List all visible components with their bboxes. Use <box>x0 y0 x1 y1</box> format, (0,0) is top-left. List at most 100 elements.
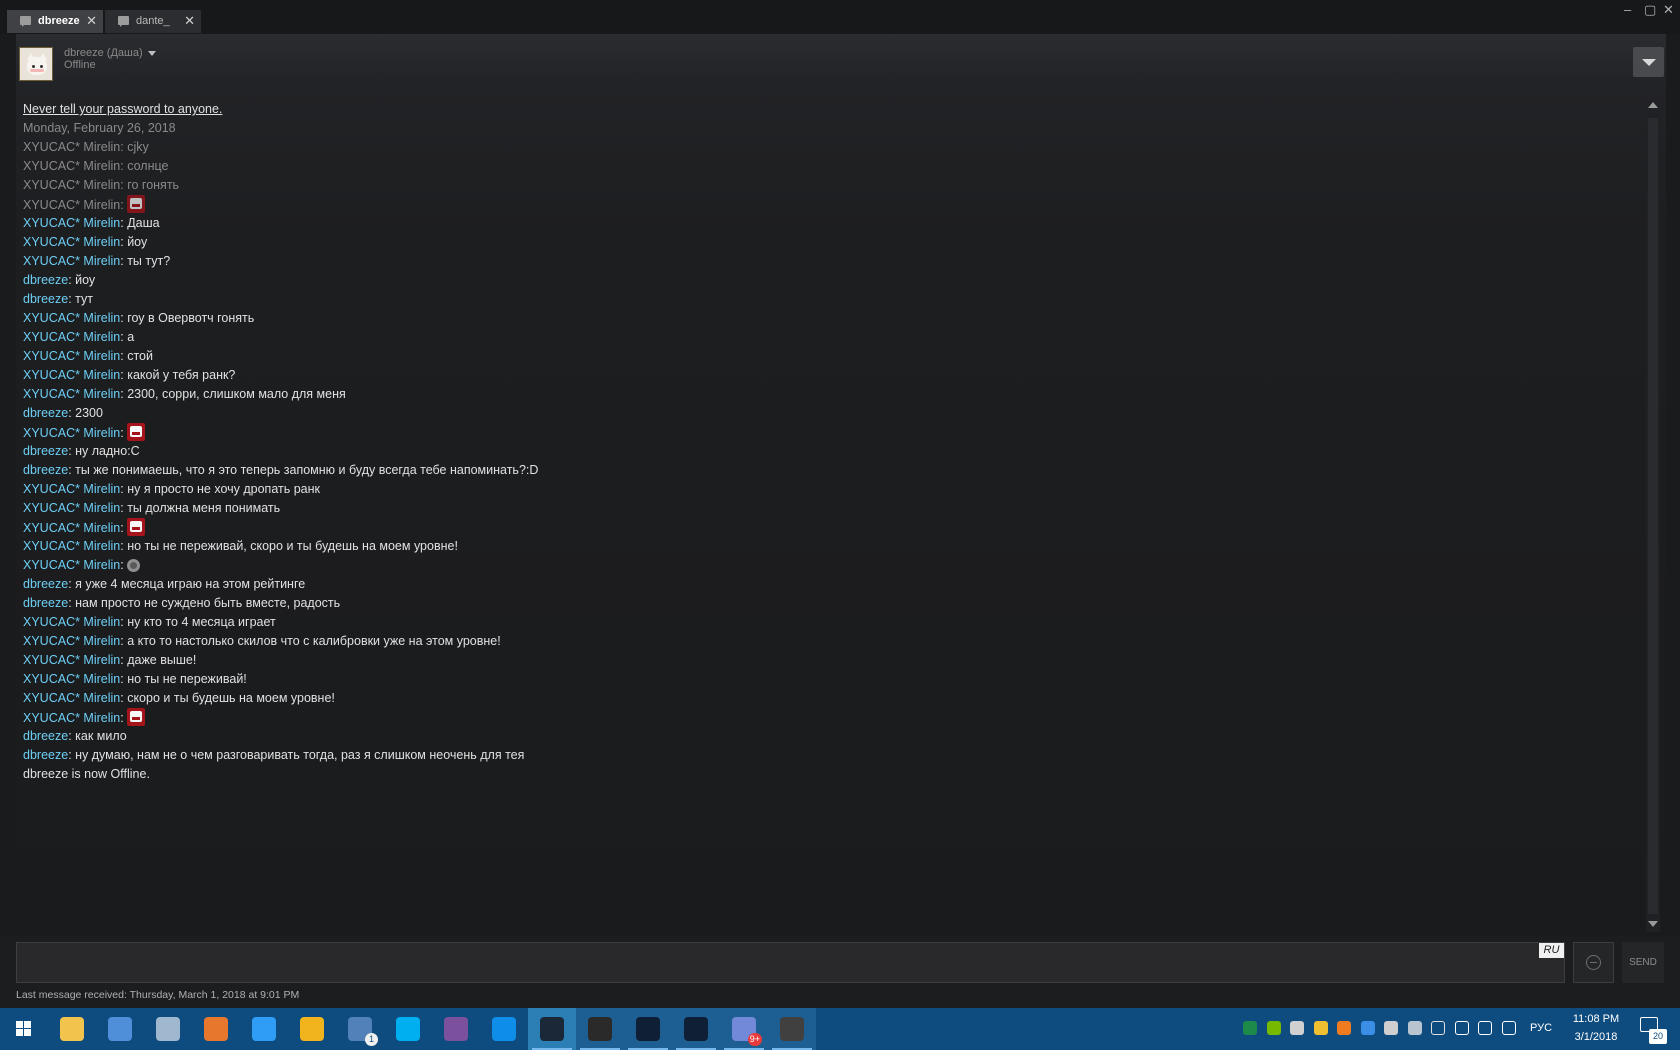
message-sender[interactable]: XYUCAC* Mirelin <box>23 711 120 725</box>
message-sender[interactable]: XYUCAC* Mirelin <box>23 198 120 212</box>
chat-message: XYUCAC* Mirelin: <box>23 518 1623 537</box>
tray-nvidia-icon[interactable] <box>1266 1021 1281 1035</box>
tray-shield-icon[interactable] <box>1431 1021 1445 1035</box>
password-warning[interactable]: Never tell your password to anyone. <box>23 100 1623 119</box>
message-sender[interactable]: XYUCAC* Mirelin <box>23 216 120 230</box>
chevron-down-icon[interactable] <box>148 51 156 56</box>
close-tab-icon[interactable]: ✕ <box>184 10 195 32</box>
message-sender[interactable]: XYUCAC* Mirelin <box>23 426 120 440</box>
taskbar-app[interactable]: 1 <box>336 1008 384 1050</box>
message-sender[interactable]: dbreeze <box>23 273 68 287</box>
message-sender[interactable]: XYUCAC* Mirelin <box>23 501 120 515</box>
language-indicator[interactable]: РУС <box>1530 1022 1552 1034</box>
message-sender[interactable]: XYUCAC* Mirelin <box>23 368 120 382</box>
message-input[interactable] <box>16 942 1565 983</box>
close-tab-icon[interactable]: ✕ <box>86 10 97 32</box>
tray-volume-icon[interactable] <box>1478 1021 1492 1035</box>
tray-green-icon[interactable] <box>1243 1021 1257 1035</box>
start-button[interactable] <box>0 1008 48 1050</box>
message-sender[interactable]: XYUCAC* Mirelin <box>23 615 120 629</box>
message-sender[interactable]: XYUCAC* Mirelin <box>23 558 120 572</box>
minimize-button[interactable]: – <box>1624 3 1631 17</box>
message-sender[interactable]: XYUCAC* Mirelin <box>23 482 120 496</box>
message-sender[interactable]: XYUCAC* Mirelin <box>23 672 120 686</box>
message-sender[interactable]: dbreeze <box>23 596 68 610</box>
taskbar-app[interactable] <box>432 1008 480 1050</box>
emoticon-button[interactable] <box>1573 942 1614 983</box>
maximize-button[interactable]: ▢ <box>1644 3 1656 17</box>
message-sender[interactable]: dbreeze <box>23 729 68 743</box>
scroll-down-icon[interactable] <box>1648 921 1658 927</box>
tab-dante[interactable]: dante_ ✕ <box>105 10 201 33</box>
message-text: йоу <box>75 273 96 287</box>
message-sender[interactable]: XYUCAC* Mirelin <box>23 521 120 535</box>
tray-orange-icon[interactable] <box>1337 1021 1351 1035</box>
message-text: ты тут? <box>127 254 171 268</box>
tab-dbreeze[interactable]: dbreeze ✕ <box>7 10 103 33</box>
clock-time[interactable]: 11:08 PM <box>1570 1013 1622 1025</box>
message-sender[interactable]: XYUCAC* Mirelin <box>23 311 120 325</box>
message-sender[interactable]: XYUCAC* Mirelin <box>23 653 120 667</box>
tray-network-icon[interactable] <box>1501 1021 1516 1035</box>
last-message-received: Last message received: Thursday, March 1… <box>16 989 300 1001</box>
taskbar-app[interactable] <box>96 1008 144 1050</box>
chat-message: dbreeze: я уже 4 месяца играю на этом ре… <box>23 577 306 591</box>
tray-yellow-icon[interactable] <box>1313 1021 1328 1035</box>
scrollbar-thumb[interactable] <box>1648 118 1658 914</box>
message-sender[interactable]: XYUCAC* Mirelin <box>23 140 120 154</box>
chat-message: XYUCAC* Mirelin: а <box>23 330 135 344</box>
chat-message: dbreeze: нам просто не суждено быть вмес… <box>23 596 341 610</box>
taskbar-app[interactable] <box>624 1008 672 1050</box>
message-sender[interactable]: XYUCAC* Mirelin <box>23 254 120 268</box>
chat-message: dbreeze: йоу <box>23 273 96 287</box>
message-sender[interactable]: dbreeze <box>23 406 68 420</box>
tray-security-icon[interactable] <box>1454 1021 1469 1035</box>
message-sender[interactable]: XYUCAC* Mirelin <box>23 634 120 648</box>
message-sender[interactable]: XYUCAC* Mirelin <box>23 159 120 173</box>
taskbar-app[interactable] <box>576 1008 624 1050</box>
tray-steam-icon[interactable] <box>1407 1021 1422 1035</box>
message-sender[interactable]: XYUCAC* Mirelin <box>23 330 120 344</box>
message-sender[interactable]: dbreeze <box>23 463 68 477</box>
chat-message: XYUCAC* Mirelin: но ты не переживай, ско… <box>23 539 458 553</box>
chat-message: dbreeze: ты же понимаешь, что я это тепе… <box>23 463 539 477</box>
chat-message: XYUCAC* Mirelin: го гонять <box>23 178 180 192</box>
tray-ru-icon[interactable] <box>1384 1021 1398 1035</box>
message-sender[interactable]: XYUCAC* Mirelin <box>23 691 120 705</box>
taskbar-app[interactable]: 9+ <box>720 1008 768 1050</box>
taskbar-app[interactable] <box>528 1008 576 1050</box>
taskbar-app[interactable] <box>144 1008 192 1050</box>
avatar[interactable] <box>19 47 53 81</box>
message-sender[interactable]: dbreeze <box>23 748 68 762</box>
clock-date[interactable]: 3/1/2018 <box>1570 1031 1622 1043</box>
taskbar-app[interactable] <box>480 1008 528 1050</box>
send-button[interactable]: SEND <box>1622 942 1664 983</box>
chat-log: Never tell your password to anyone. Mond… <box>23 100 1623 784</box>
chat-options-button[interactable] <box>1633 47 1664 77</box>
message-text: а кто то настолько скилов что с калибров… <box>127 634 501 648</box>
tab-label: dbreeze <box>38 15 80 27</box>
friend-name[interactable]: dbreeze (Даша) <box>64 47 143 59</box>
tray-blue-icon[interactable] <box>1360 1021 1375 1035</box>
taskbar-app[interactable] <box>288 1008 336 1050</box>
taskbar-app[interactable] <box>48 1008 96 1050</box>
chat-message: XYUCAC* Mirelin: ты должна меня понимать <box>23 501 281 515</box>
message-sender[interactable]: XYUCAC* Mirelin <box>23 178 120 192</box>
message-sender[interactable]: XYUCAC* Mirelin <box>23 349 120 363</box>
taskbar-app[interactable] <box>192 1008 240 1050</box>
scroll-up-icon[interactable] <box>1648 102 1658 108</box>
message-sender[interactable]: dbreeze <box>23 444 68 458</box>
tray-person-icon[interactable] <box>1290 1021 1304 1035</box>
message-sender[interactable]: dbreeze <box>23 577 68 591</box>
message-sender[interactable]: XYUCAC* Mirelin <box>23 235 120 249</box>
taskbar-app[interactable] <box>240 1008 288 1050</box>
close-window-button[interactable]: ✕ <box>1663 3 1674 17</box>
taskbar-app[interactable] <box>768 1008 816 1050</box>
message-text: солнце <box>127 159 169 173</box>
message-sender[interactable]: XYUCAC* Mirelin <box>23 539 120 553</box>
message-sender[interactable]: dbreeze <box>23 292 68 306</box>
taskbar-app[interactable] <box>384 1008 432 1050</box>
message-sender[interactable]: XYUCAC* Mirelin <box>23 387 120 401</box>
windows-icon <box>12 1017 36 1041</box>
taskbar-app[interactable] <box>672 1008 720 1050</box>
